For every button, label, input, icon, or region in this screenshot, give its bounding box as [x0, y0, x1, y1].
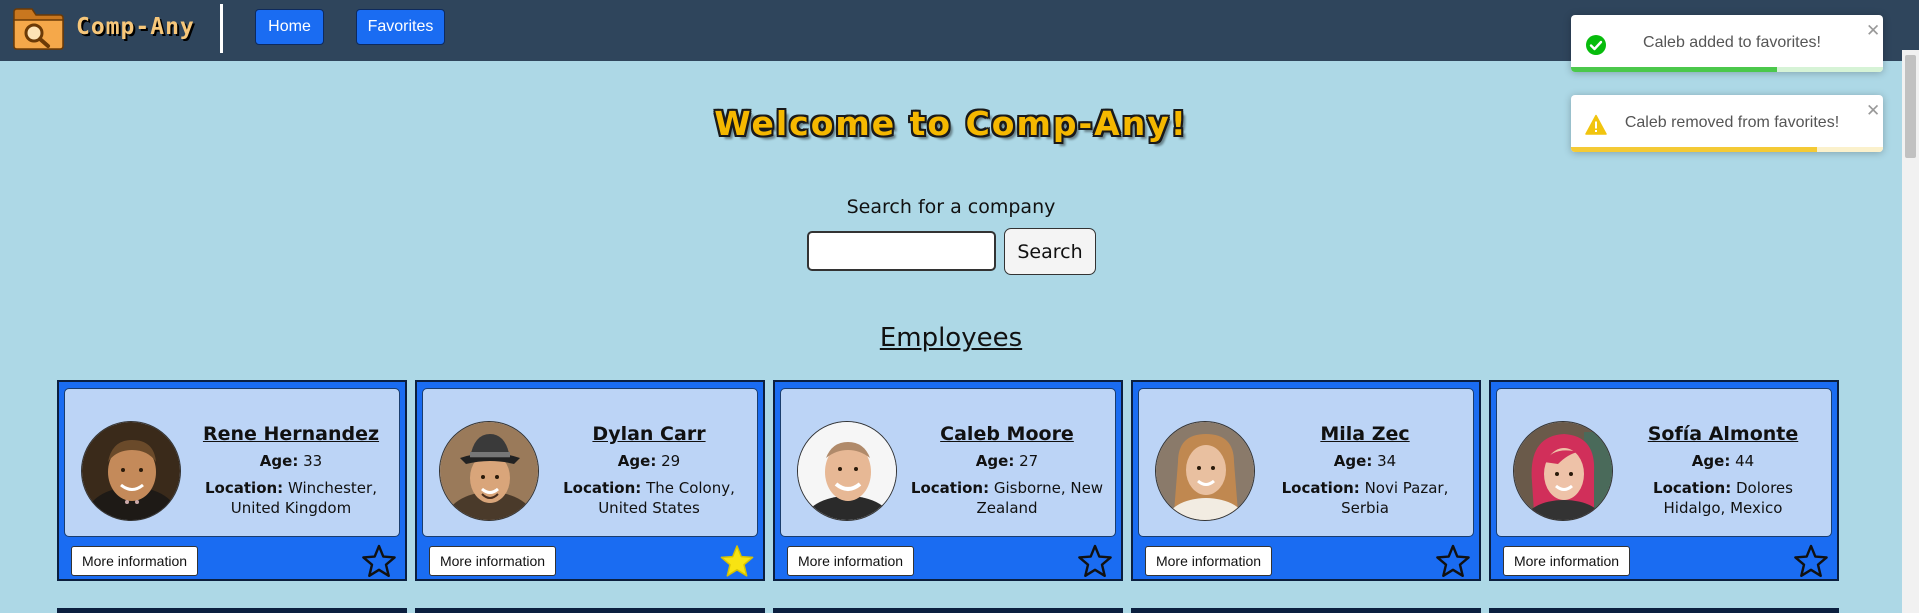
employee-card-partial [57, 608, 407, 613]
avatar [797, 421, 897, 521]
employee-age: Age: 34 [1333, 452, 1397, 470]
employee-age: Age: 44 [1691, 452, 1755, 470]
close-icon[interactable]: ✕ [1866, 23, 1880, 40]
search-label: Search for a company [846, 196, 1056, 218]
employees-heading: Employees [879, 323, 1023, 353]
star-outline-icon[interactable] [1794, 544, 1828, 578]
employee-card-partial [1131, 608, 1481, 613]
employee-age: Age: 29 [617, 452, 681, 470]
employee-age: Age: 27 [975, 452, 1039, 470]
employee-card-partial [773, 608, 1123, 613]
nav-home-button[interactable]: Home [255, 9, 324, 45]
star-outline-icon[interactable] [1436, 544, 1470, 578]
avatar [439, 421, 539, 521]
toast-success[interactable]: Caleb added to favorites! ✕ [1571, 15, 1883, 72]
employee-card-partial [415, 608, 765, 613]
folder-search-logo-icon[interactable] [12, 4, 65, 51]
employee-card-body: Sofía Almonte Age: 44 Location: Dolores … [1496, 388, 1832, 537]
employee-age: Age: 33 [259, 452, 323, 470]
scrollbar-thumb[interactable] [1905, 55, 1916, 158]
more-information-button[interactable]: More information [1145, 546, 1272, 576]
employee-card: Caleb Moore Age: 27 Location: Gisborne, … [773, 380, 1123, 581]
toast-progress-track [1571, 147, 1883, 152]
nav-divider [220, 4, 223, 53]
avatar [81, 421, 181, 521]
employee-name[interactable]: Rene Hernandez [191, 423, 391, 445]
employee-location: Location: Dolores Hidalgo, Mexico [1653, 479, 1793, 517]
employee-card: Mila Zec Age: 34 Location: Novi Pazar, S… [1131, 380, 1481, 581]
employee-name[interactable]: Sofía Almonte [1623, 423, 1823, 445]
employee-location: Location: The Colony, United States [563, 479, 735, 517]
close-icon[interactable]: ✕ [1866, 103, 1880, 120]
employee-card-body: Caleb Moore Age: 27 Location: Gisborne, … [780, 388, 1116, 537]
employee-card: Rene Hernandez Age: 33 Location: Winches… [57, 380, 407, 581]
employee-location: Location: Winchester, United Kingdom [205, 479, 377, 517]
toast-warning[interactable]: Caleb removed from favorites! ✕ [1571, 95, 1883, 152]
more-information-button[interactable]: More information [1503, 546, 1630, 576]
employee-name[interactable]: Mila Zec [1265, 423, 1465, 445]
search-button[interactable]: Search [1004, 228, 1096, 275]
nav-favorites-button[interactable]: Favorites [356, 9, 445, 45]
avatar [1155, 421, 1255, 521]
warning-icon [1585, 114, 1607, 135]
employee-card: Dylan Carr Age: 29 Location: The Colony,… [415, 380, 765, 581]
toast-message: Caleb added to favorites! [1643, 34, 1821, 51]
company-search-input[interactable] [807, 231, 996, 271]
employee-name[interactable]: Caleb Moore [907, 423, 1107, 445]
more-information-button[interactable]: More information [787, 546, 914, 576]
more-information-button[interactable]: More information [71, 546, 198, 576]
employee-card-body: Mila Zec Age: 34 Location: Novi Pazar, S… [1138, 388, 1474, 537]
employee-name[interactable]: Dylan Carr [549, 423, 749, 445]
more-information-button[interactable]: More information [429, 546, 556, 576]
page-scrollbar[interactable] [1902, 50, 1919, 613]
star-outline-icon[interactable] [1078, 544, 1112, 578]
toast-progress-track [1571, 67, 1883, 72]
toast-message: Caleb removed from favorites! [1624, 114, 1840, 131]
employee-card-body: Dylan Carr Age: 29 Location: The Colony,… [422, 388, 758, 537]
employee-location: Location: Gisborne, New Zealand [910, 479, 1104, 517]
check-circle-icon [1586, 35, 1606, 55]
star-outline-icon[interactable] [362, 544, 396, 578]
star-filled-icon[interactable] [720, 544, 754, 578]
employee-card-body: Rene Hernandez Age: 33 Location: Winches… [64, 388, 400, 537]
toast-progress-bar [1571, 147, 1818, 152]
avatar [1513, 421, 1613, 521]
employee-card: Sofía Almonte Age: 44 Location: Dolores … [1489, 380, 1839, 581]
employee-card-partial [1489, 608, 1839, 613]
brand-name[interactable]: Comp-Any [76, 14, 195, 40]
employee-location: Location: Novi Pazar, Serbia [1281, 479, 1449, 517]
toast-progress-bar [1571, 67, 1777, 72]
